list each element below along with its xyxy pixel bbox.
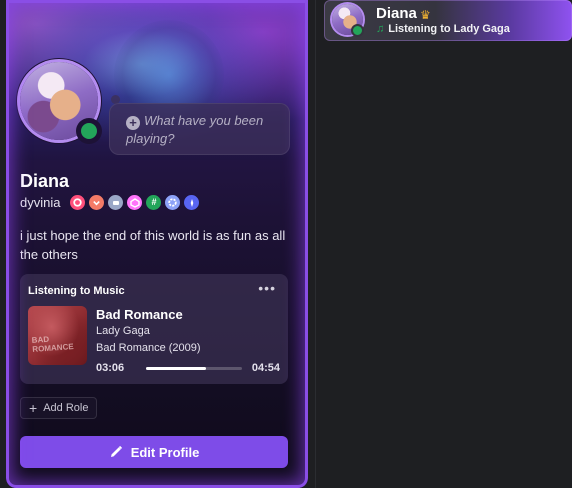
profile-card: + What have you been playing? Diana dyvin… [6, 0, 308, 488]
compass-icon[interactable] [184, 195, 200, 210]
panel-divider [315, 0, 316, 488]
song-progress-fill [146, 367, 207, 370]
add-status-icon: + [126, 116, 140, 130]
song-album[interactable]: Bad Romance (2009) [96, 342, 201, 354]
member-online-status [351, 24, 364, 37]
status-bubble[interactable]: + What have you been playing? [109, 103, 290, 155]
pencil-icon [110, 445, 122, 457]
crown-icon: ♛ [420, 8, 431, 22]
song-duration: 04:54 [251, 362, 280, 374]
online-status-dot [81, 123, 97, 139]
member-activity-text: Listening to Lady Gaga [388, 23, 510, 35]
album-art[interactable]: BAD ROMANCE [28, 306, 87, 365]
add-role-label: Add Role [43, 402, 89, 414]
boost-icon[interactable] [127, 195, 143, 210]
username-row: dyvinia # [20, 195, 200, 210]
profile-bio: i just hope the end of this world is as … [20, 228, 286, 262]
username: dyvinia [20, 195, 61, 210]
online-status-indicator [76, 118, 102, 144]
music-activity-card: Listening to Music ••• BAD ROMANCE Bad R… [20, 274, 288, 384]
hashtag-icon[interactable]: # [146, 195, 162, 210]
song-progress-bar [146, 367, 242, 370]
album-art-text: BAD ROMANCE [31, 334, 74, 354]
more-options-icon[interactable]: ••• [258, 280, 276, 296]
plus-icon: + [29, 400, 38, 416]
add-role-button[interactable]: + Add Role [20, 397, 98, 419]
edit-profile-button[interactable]: Edit Profile [20, 436, 288, 468]
music-note-icon: ♫ [376, 23, 385, 35]
song-title[interactable]: Bad Romance [96, 307, 183, 322]
status-prompt-text: What have you been playing? [126, 113, 264, 146]
gear-icon[interactable] [165, 195, 181, 210]
heart-icon[interactable] [89, 195, 105, 210]
member-list-item[interactable]: Diana ♛ ♫ Listening to Lady Gaga [324, 0, 572, 41]
song-artist[interactable]: Lady Gaga [96, 325, 150, 337]
member-name: Diana [376, 5, 417, 22]
display-name: Diana [20, 171, 70, 191]
music-activity-header: Listening to Music [28, 285, 125, 297]
nitro-icon[interactable] [70, 195, 86, 210]
edit-profile-label: Edit Profile [130, 444, 200, 460]
elapsed-time: 03:06 [96, 362, 125, 374]
quest-icon[interactable] [108, 195, 124, 210]
member-activity: ♫ Listening to Lady Gaga [376, 23, 510, 35]
